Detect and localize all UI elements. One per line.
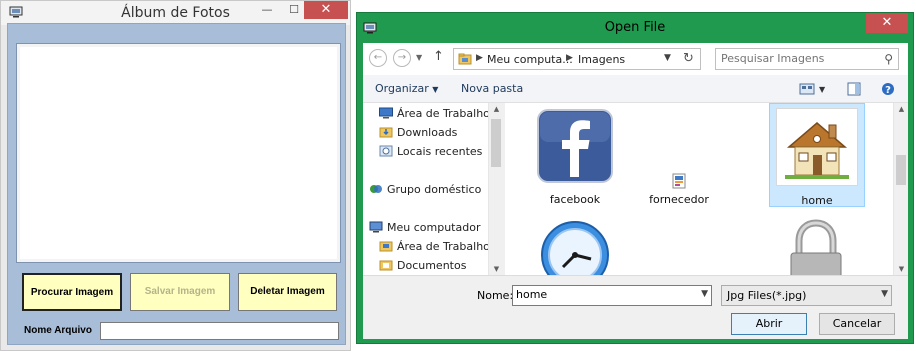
up-arrow-icon[interactable]: ↑ bbox=[433, 49, 444, 64]
clock-icon bbox=[541, 221, 609, 275]
scroll-up-arrow-icon[interactable]: ▲ bbox=[894, 105, 909, 113]
nome-arquivo-label: Nome Arquivo bbox=[24, 325, 92, 336]
tree-item-label: Área de Trabalho bbox=[397, 240, 490, 253]
documents-folder-icon bbox=[379, 260, 393, 271]
file-type-filter-value: Jpg Files(*.jpg) bbox=[727, 289, 807, 302]
file-thumbnail bbox=[535, 107, 615, 185]
chevron-down-icon[interactable]: ▼ bbox=[881, 289, 888, 299]
scroll-up-arrow-icon[interactable]: ▲ bbox=[489, 105, 504, 113]
dialog-close-button[interactable]: ✕ bbox=[866, 13, 908, 33]
open-file-dialog: Open File ✕ ← → ▼ ↑ ▶ Meu computa... ▶ I… bbox=[356, 12, 914, 344]
salvar-imagem-button[interactable]: Salvar Imagem bbox=[130, 273, 230, 311]
tree-item-label: Meu computador bbox=[387, 221, 481, 234]
view-options-icon[interactable] bbox=[799, 83, 815, 95]
tree-item-downloads[interactable]: Downloads bbox=[379, 126, 457, 144]
help-icon[interactable]: ? bbox=[881, 82, 895, 96]
downloads-folder-icon bbox=[379, 127, 393, 138]
tree-item-documents[interactable]: Documentos bbox=[379, 259, 466, 275]
file-list-pane: facebook fornecedor home bbox=[505, 103, 908, 275]
padlock-icon bbox=[790, 219, 842, 275]
tree-item-homegroup[interactable]: Grupo doméstico bbox=[369, 183, 481, 201]
tree-item-desktop-folder[interactable]: Área de Trabalho bbox=[379, 240, 490, 258]
navigation-pane: Área de Trabalho Downloads Locais recent… bbox=[363, 103, 503, 275]
recent-places-icon bbox=[379, 145, 393, 157]
cancel-button[interactable]: Cancelar bbox=[819, 313, 895, 335]
organize-label: Organizar bbox=[375, 82, 429, 95]
file-label: facebook bbox=[549, 193, 601, 206]
tree-item-desktop[interactable]: Área de Trabalho bbox=[379, 107, 490, 125]
file-item-fornecedor[interactable]: fornecedor bbox=[631, 105, 727, 209]
file-type-filter-select[interactable]: Jpg Files(*.jpg) ▼ bbox=[721, 285, 892, 306]
organize-dropdown-icon: ▼ bbox=[432, 85, 439, 94]
file-name-combobox[interactable]: ▼ bbox=[512, 285, 712, 306]
file-name-input[interactable] bbox=[516, 288, 686, 301]
scrollbar-thumb[interactable] bbox=[896, 155, 906, 185]
file-list-scrollbar[interactable]: ▲ ▼ bbox=[893, 103, 908, 275]
facebook-logo-icon bbox=[537, 109, 613, 183]
file-label: home bbox=[801, 194, 833, 207]
nome-arquivo-input[interactable] bbox=[100, 322, 339, 340]
file-item-facebook[interactable]: facebook bbox=[527, 105, 623, 209]
file-name-label: Nome: bbox=[477, 289, 514, 302]
homegroup-icon bbox=[370, 185, 382, 193]
file-thumbnail bbox=[776, 108, 858, 186]
file-thumbnail bbox=[535, 217, 615, 275]
desktop-icon bbox=[379, 107, 393, 119]
organize-menu[interactable]: Organizar ▼ bbox=[375, 82, 438, 95]
house-icon bbox=[777, 109, 857, 185]
search-input[interactable] bbox=[721, 52, 871, 65]
navigation-bar: ← → ▼ ↑ ▶ Meu computa... ▶ Imagens ▼ ↻ ⚲ bbox=[363, 43, 908, 75]
address-bar[interactable]: ▶ Meu computa... ▶ Imagens ▼ ↻ bbox=[453, 48, 701, 70]
breadcrumb-item-computer[interactable]: Meu computa... bbox=[487, 53, 573, 66]
minimize-button[interactable]: — bbox=[253, 1, 281, 19]
breadcrumb-chevron-icon: ▶ bbox=[476, 53, 483, 63]
file-label: fornecedor bbox=[649, 193, 709, 206]
scroll-down-arrow-icon[interactable]: ▼ bbox=[894, 265, 909, 273]
album-window: Álbum de Fotos — ☐ ✕ Procurar Imagem Sal… bbox=[0, 0, 351, 351]
computer-icon bbox=[369, 221, 383, 233]
navigation-pane-scrollbar[interactable]: ▲ ▼ bbox=[488, 103, 503, 275]
search-icon[interactable]: ⚲ bbox=[884, 52, 893, 66]
tree-item-label: Locais recentes bbox=[397, 145, 483, 158]
back-arrow-icon[interactable]: ← bbox=[369, 49, 387, 67]
image-file-icon bbox=[672, 173, 686, 189]
tree-item-computer[interactable]: Meu computador bbox=[369, 221, 480, 239]
tree-item-label: Documentos bbox=[397, 259, 467, 272]
file-item-padlock[interactable] bbox=[769, 211, 865, 275]
open-button[interactable]: Abrir bbox=[731, 313, 807, 335]
album-titlebar[interactable]: Álbum de Fotos — ☐ ✕ bbox=[1, 1, 350, 25]
scrollbar-thumb[interactable] bbox=[491, 119, 501, 167]
forward-arrow-icon[interactable]: → bbox=[393, 49, 411, 67]
tree-item-recent[interactable]: Locais recentes bbox=[379, 145, 482, 163]
tree-item-label: Área de Trabalho bbox=[397, 107, 490, 120]
dialog-title: Open File bbox=[604, 20, 666, 35]
procurar-imagem-button[interactable]: Procurar Imagem bbox=[22, 273, 122, 311]
tree-item-label: Downloads bbox=[397, 126, 458, 139]
scroll-down-arrow-icon[interactable]: ▼ bbox=[489, 265, 504, 273]
dialog-footer: Nome: ▼ Jpg Files(*.jpg) ▼ Abrir Cancela… bbox=[363, 275, 908, 339]
search-field[interactable]: ⚲ bbox=[715, 48, 899, 70]
album-body: Procurar Imagem Salvar Imagem Deletar Im… bbox=[7, 23, 346, 345]
refresh-icon[interactable]: ↻ bbox=[683, 51, 694, 66]
desktop-folder-icon bbox=[379, 241, 393, 252]
tree-item-label: Grupo doméstico bbox=[387, 183, 482, 196]
file-item-home[interactable]: home bbox=[769, 103, 865, 207]
preview-pane-icon[interactable] bbox=[847, 82, 861, 96]
address-dropdown-icon[interactable]: ▼ bbox=[664, 53, 671, 63]
album-close-button[interactable]: ✕ bbox=[304, 1, 348, 19]
recent-locations-chevron-icon[interactable]: ▼ bbox=[416, 53, 422, 62]
breadcrumb-item-imagens[interactable]: Imagens bbox=[578, 53, 625, 66]
file-thumbnail bbox=[775, 217, 857, 275]
new-folder-button[interactable]: Nova pasta bbox=[461, 82, 523, 95]
view-dropdown-icon[interactable]: ▼ bbox=[819, 85, 825, 94]
deletar-imagem-button[interactable]: Deletar Imagem bbox=[238, 273, 337, 311]
dialog-content: ← → ▼ ↑ ▶ Meu computa... ▶ Imagens ▼ ↻ ⚲ bbox=[363, 43, 908, 339]
folder-location-icon bbox=[458, 53, 472, 65]
picture-box bbox=[16, 43, 341, 263]
breadcrumb-chevron-icon[interactable]: ▶ bbox=[566, 53, 573, 63]
file-item-clock[interactable] bbox=[527, 211, 623, 275]
chevron-down-icon[interactable]: ▼ bbox=[701, 289, 708, 299]
command-toolbar: Organizar ▼ Nova pasta ▼ ? bbox=[363, 75, 908, 103]
svg-text:?: ? bbox=[885, 85, 891, 96]
